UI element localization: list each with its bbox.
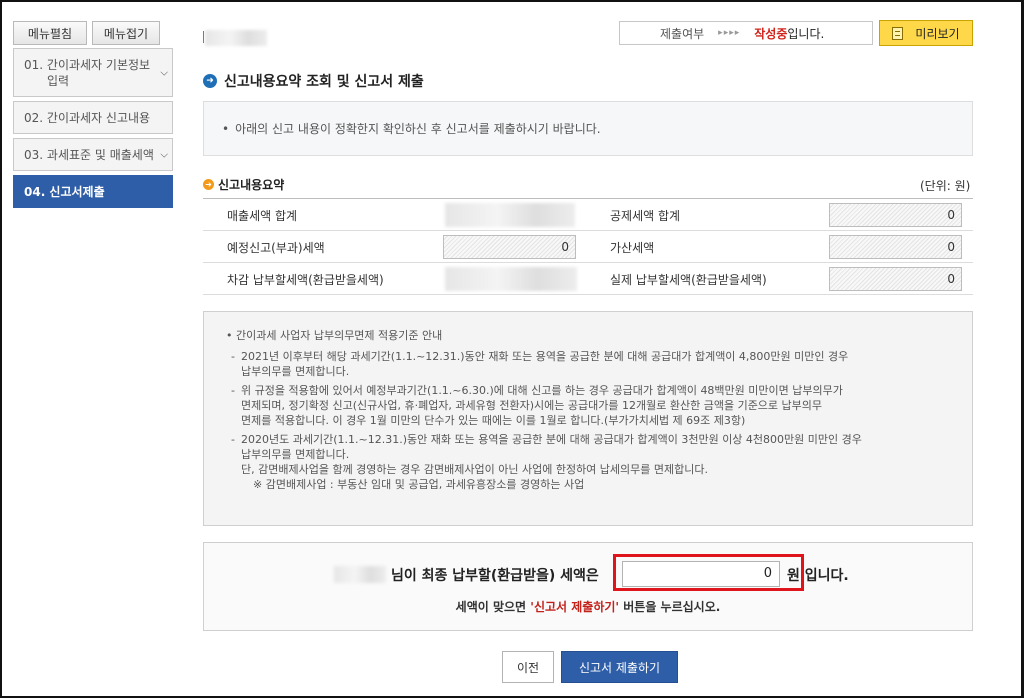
deduction-total-label: 공제세액 합계 xyxy=(610,209,681,223)
unit-label: (단위: 원) xyxy=(920,179,971,193)
collapse-menu-button[interactable]: 메뉴접기 xyxy=(92,21,160,45)
estimated-tax-label: 예정신고(부과)세액 xyxy=(227,241,325,255)
guide-heading: • 간이과세 사업자 납부의무면제 적용기준 안내 xyxy=(226,329,443,342)
table-row: 예정신고(부과)세액 0 가산세액 0 xyxy=(203,231,973,263)
arrows-icon: ▸▸▸▸ xyxy=(718,28,741,38)
guide-heading-text: 간이과세 사업자 납부의무면제 적용기준 안내 xyxy=(236,329,443,342)
sidebar-item-label: 01. 간이과세자 기본정보 입력 xyxy=(24,57,150,89)
hint-suffix: 버튼을 누르십시오. xyxy=(619,600,721,614)
status-value: 작성중 xyxy=(754,26,788,41)
final-amount-unit: 원 입니다. xyxy=(787,565,849,585)
sales-tax-total-value-redacted xyxy=(445,203,575,227)
table-row: 차감 납부할세액(환급받을세액) 실제 납부할세액(환급받을세액) 0 xyxy=(203,263,973,295)
list-item: 위 규정을 적용함에 있어서 예정부과기간(1.1.~6.30.)에 대해 신고… xyxy=(226,383,972,428)
page-title-text: 신고내용요약 조회 및 신고서 제출 xyxy=(224,74,424,90)
prev-button[interactable]: 이전 xyxy=(502,651,554,683)
sidebar-item-label: 03. 과세표준 및 매출세액 xyxy=(24,147,154,162)
final-hint: 세액이 맞으면 '신고서 제출하기' 버튼을 누르십시오. xyxy=(204,598,972,615)
guide-line: 2021년 이후부터 해당 과세기간(1.1.~12.31.)동안 재화 또는 … xyxy=(241,350,849,363)
guide-line: 면제되며, 정기확정 신고(신규사업, 휴·폐업자, 과세유형 전환자)시에는 … xyxy=(241,399,823,412)
status-suffix: 입니다. xyxy=(787,26,825,41)
sales-tax-total-label: 매출세액 합계 xyxy=(227,209,298,223)
sidebar-item-tax-base[interactable]: 03. 과세표준 및 매출세액 ⌵ xyxy=(13,138,173,171)
submit-status-label: 제출여부 xyxy=(660,26,705,41)
table-row: 매출세액 합계 공제세액 합계 0 xyxy=(203,199,973,231)
hint-highlight: '신고서 제출하기' xyxy=(530,600,620,614)
preview-button[interactable]: 미리보기 xyxy=(879,20,973,46)
submit-status-bar: 제출여부 ▸▸▸▸ 작성중 입니다. xyxy=(619,21,873,45)
final-amount-text: 님이 최종 납부할(환급받을) 세액은 xyxy=(391,568,599,584)
final-suffix: 입니다. xyxy=(804,568,849,584)
page-title: ➜ 신고내용요약 조회 및 신고서 제출 xyxy=(203,71,424,91)
actual-payable-value: 0 xyxy=(829,267,962,291)
guide-line: 단, 감면배제사업을 함께 경영하는 경우 감면배제사업이 아닌 사업에 한정하… xyxy=(241,463,708,476)
taxpayer-name-redacted xyxy=(205,30,267,46)
sidebar-item-report-content[interactable]: 02. 간이과세자 신고내용 xyxy=(13,101,173,134)
summary-title-text: 신고내용요약 xyxy=(218,178,285,192)
guide-line: ※ 감면배제사업 : 부동산 임대 및 공급업, 과세유흥장소를 경영하는 사업 xyxy=(253,478,585,491)
guide-line: 납부의무를 면제합니다. xyxy=(241,365,350,378)
chevron-down-icon[interactable]: ⌵ xyxy=(160,67,168,78)
exemption-guide-box: • 간이과세 사업자 납부의무면제 적용기준 안내 2021년 이후부터 해당 … xyxy=(203,311,973,526)
list-item: 2020년도 과세기간(1.1.~12.31.)동안 재화 또는 용역을 공급한… xyxy=(226,432,972,492)
bullet-icon: • xyxy=(222,121,230,136)
title-divider xyxy=(203,31,204,43)
orange-arrow-icon: ➜ xyxy=(203,179,214,190)
sidebar-item-label-line2: 입력 xyxy=(47,73,70,88)
arrow-circle-icon: ➜ xyxy=(203,74,217,88)
taxpayer-name-redacted xyxy=(334,566,386,583)
sidebar-item-label: 04. 신고서제출 xyxy=(24,184,105,199)
document-icon xyxy=(892,26,904,40)
guide-line: 2020년도 과세기간(1.1.~12.31.)동안 재화 또는 용역을 공급한… xyxy=(241,433,862,446)
guide-line: 면제를 적용합니다. 이 경우 1월 미만의 단수가 있는 때에는 이를 1월로… xyxy=(241,414,746,427)
guide-line: 위 규정을 적용함에 있어서 예정부과기간(1.1.~6.30.)에 대해 신고… xyxy=(241,384,843,397)
sidebar-item-submit[interactable]: 04. 신고서제출 xyxy=(13,175,173,208)
won-label: 원 xyxy=(787,568,800,584)
sidebar-item-label: 02. 간이과세자 신고내용 xyxy=(24,110,151,125)
penalty-tax-value: 0 xyxy=(829,235,962,259)
sidebar-item-basic-info[interactable]: 01. 간이과세자 기본정보 입력 ⌵ xyxy=(13,48,173,97)
final-amount-box: 님이 최종 납부할(환급받을) 세액은 0 원 입니다. 세액이 맞으면 '신고… xyxy=(203,542,973,631)
highlight-box xyxy=(613,554,804,591)
summary-table: 매출세액 합계 공제세액 합계 0 예정신고(부과)세액 0 가산세액 0 차감… xyxy=(203,198,973,295)
notice-text: 아래의 신고 내용이 정확한지 확인하신 후 신고서를 제출하시기 바랍니다. xyxy=(235,122,601,136)
preview-button-label: 미리보기 xyxy=(915,26,960,41)
submit-report-button[interactable]: 신고서 제출하기 xyxy=(561,651,678,683)
summary-title: ➜ 신고내용요약 xyxy=(203,176,284,193)
guide-line: 납부의무를 면제합니다. xyxy=(241,448,350,461)
sidebar-item-label-line1: 01. 간이과세자 기본정보 xyxy=(24,57,151,72)
penalty-tax-label: 가산세액 xyxy=(610,241,655,255)
deduction-total-value: 0 xyxy=(829,203,962,227)
hint-prefix: 세액이 맞으면 xyxy=(455,600,531,614)
estimated-tax-value: 0 xyxy=(443,235,576,259)
list-item: 2021년 이후부터 해당 과세기간(1.1.~12.31.)동안 재화 또는 … xyxy=(226,349,972,379)
net-payable-value-redacted xyxy=(445,267,577,291)
expand-menu-button[interactable]: 메뉴펼침 xyxy=(13,21,87,45)
actual-payable-label: 실제 납부할세액(환급받을세액) xyxy=(610,273,767,287)
chevron-down-icon[interactable]: ⌵ xyxy=(160,149,168,160)
notice-box: • 아래의 신고 내용이 정확한지 확인하신 후 신고서를 제출하시기 바랍니다… xyxy=(203,101,973,156)
net-payable-label: 차감 납부할세액(환급받을세액) xyxy=(227,273,384,287)
